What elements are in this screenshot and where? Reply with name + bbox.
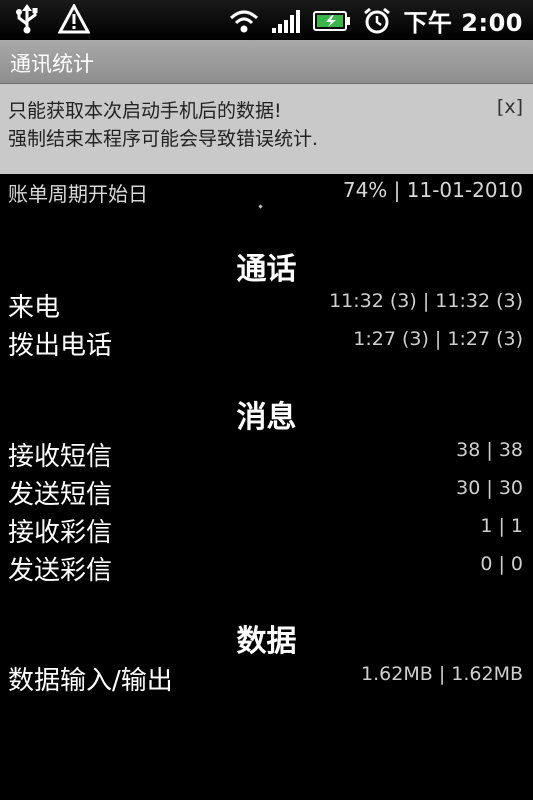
banner-line-1: 只能获取本次启动手机后的数据! — [8, 100, 282, 122]
incoming-calls-value: 11:32 (3) | 11:32 (3) — [329, 290, 523, 312]
received-sms-label: 接收短信 — [8, 442, 113, 472]
data-io-value: 1.62MB | 1.62MB — [361, 663, 523, 685]
screen: 下午 2:00 通讯统计 只能获取本次启动手机后的数据! 强制结束本程序可能会导… — [0, 0, 533, 800]
title-bar: 通讯统计 — [0, 40, 533, 84]
billing-value: 74% | 11-01-2010 — [342, 178, 523, 202]
calls-heading: 通话 — [236, 252, 297, 287]
list-item: 发送彩信 0 | 0 — [0, 550, 533, 586]
data-io-label: 数据输入/输出 — [8, 666, 173, 696]
data-heading: 数据 — [236, 624, 297, 659]
outgoing-calls-label: 拨出电话 — [8, 331, 113, 361]
incoming-calls-label: 来电 — [8, 293, 61, 323]
sent-mms-value: 0 | 0 — [480, 553, 523, 575]
status-bar: 下午 2:00 — [0, 0, 533, 40]
list-item: 接收彩信 1 | 1 — [0, 512, 533, 548]
banner-close-button[interactable]: [x] — [497, 96, 523, 118]
wifi-icon — [229, 8, 259, 34]
list-item: 接收短信 38 | 38 — [0, 436, 533, 472]
sent-mms-label: 发送彩信 — [8, 556, 113, 586]
sent-sms-label: 发送短信 — [8, 480, 113, 510]
received-sms-value: 38 | 38 — [456, 439, 523, 461]
list-item: 数据输入/输出 1.62MB | 1.62MB — [0, 660, 533, 696]
status-time: 下午 2:00 — [403, 9, 523, 37]
list-item: 发送短信 30 | 30 — [0, 474, 533, 510]
billing-row[interactable]: 账单周期开始日 74% | 11-01-2010 — [0, 178, 533, 208]
received-mms-label: 接收彩信 — [8, 518, 113, 548]
signal-icon — [271, 8, 301, 34]
billing-label: 账单周期开始日 — [8, 182, 148, 206]
warning-banner: 只能获取本次启动手机后的数据! 强制结束本程序可能会导致错误统计. [x] — [0, 84, 533, 174]
messages-heading: 消息 — [236, 400, 297, 435]
banner-line-2: 强制结束本程序可能会导致错误统计. — [8, 128, 319, 150]
outgoing-calls-value: 1:27 (3) | 1:27 (3) — [353, 328, 523, 350]
usb-icon — [14, 4, 40, 34]
warning-icon — [58, 4, 90, 34]
sent-sms-value: 30 | 30 — [456, 477, 523, 499]
battery-icon — [313, 10, 351, 32]
list-item: 拨出电话 1:27 (3) | 1:27 (3) — [0, 325, 533, 361]
list-item: 来电 11:32 (3) | 11:32 (3) — [0, 287, 533, 323]
received-mms-value: 1 | 1 — [480, 515, 523, 537]
app-title: 通讯统计 — [10, 52, 94, 76]
alarm-icon — [363, 7, 391, 35]
